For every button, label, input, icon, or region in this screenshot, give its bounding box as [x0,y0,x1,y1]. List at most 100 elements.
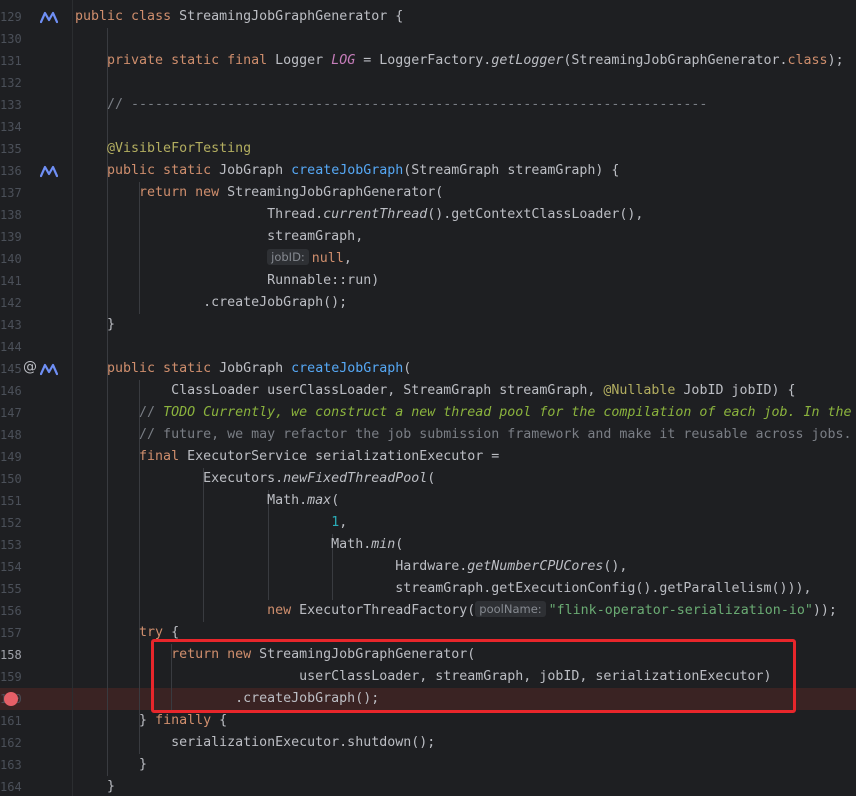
line-number[interactable]: 141 [0,270,22,292]
code-line[interactable]: 151 Math.max( [0,490,856,512]
line-number[interactable]: 162 [0,732,22,754]
line-number[interactable]: 130 [0,28,22,50]
line-code[interactable]: final ExecutorService serializationExecu… [75,446,499,468]
code-line[interactable]: 148 // future, we may refactor the job s… [0,424,856,446]
line-code[interactable]: // TODO Currently, we construct a new th… [75,402,852,424]
line-code[interactable]: public class StreamingJobGraphGenerator … [75,6,403,28]
line-number[interactable]: 138 [0,204,22,226]
line-code[interactable]: public static JobGraph createJobGraph(St… [75,160,619,182]
line-number[interactable]: 156 [0,600,22,622]
line-number[interactable]: 133 [0,94,22,116]
line-code[interactable]: Executors.newFixedThreadPool( [75,468,435,490]
code-line[interactable]: 134 [0,116,856,138]
line-number[interactable]: 159 [0,666,22,688]
line-code[interactable]: // -------------------------------------… [75,94,707,116]
line-code[interactable]: .createJobGraph(); [75,292,347,314]
implements-icon[interactable] [39,362,59,376]
line-number[interactable]: 157 [0,622,22,644]
line-number[interactable]: 153 [0,534,22,556]
implements-icon[interactable] [39,164,59,178]
line-code[interactable]: // future, we may refactor the job submi… [75,424,852,446]
line-number[interactable]: 136 [0,160,22,182]
line-number[interactable]: 144 [0,336,22,358]
code-line[interactable]: 140 jobID: null, [0,248,856,270]
line-code[interactable]: Hardware.getNumberCPUCores(), [75,556,627,578]
line-number[interactable]: 146 [0,380,22,402]
line-code[interactable]: streamGraph.getExecutionConfig().getPara… [75,578,811,600]
code-line[interactable]: 146 ClassLoader userClassLoader, StreamG… [0,380,856,402]
code-line[interactable]: 135 @VisibleForTesting [0,138,856,160]
code-line[interactable]: 138 Thread.currentThread().getContextCla… [0,204,856,226]
code-line[interactable]: 136 public static JobGraph createJobGrap… [0,160,856,182]
line-number[interactable]: 139 [0,226,22,248]
breakpoint-icon[interactable] [4,692,18,706]
code-line[interactable]: 149 final ExecutorService serializationE… [0,446,856,468]
code-line[interactable]: 131 private static final Logger LOG = Lo… [0,50,856,72]
code-line[interactable]: 144 [0,336,856,358]
code-line[interactable]: 130 [0,28,856,50]
code-line[interactable]: 163 } [0,754,856,776]
line-number[interactable]: 161 [0,710,22,732]
line-number[interactable]: 164 [0,776,22,796]
line-number[interactable]: 131 [0,50,22,72]
line-number[interactable]: 129 [0,6,22,28]
line-code[interactable]: } [75,754,147,776]
code-line[interactable]: 156 new ExecutorThreadFactory(poolName: "… [0,600,856,622]
line-number[interactable]: 143 [0,314,22,336]
line-number[interactable]: 134 [0,116,22,138]
line-code[interactable]: Math.min( [75,534,403,556]
code-line[interactable]: 133 // ---------------------------------… [0,94,856,116]
line-code[interactable]: return new StreamingJobGraphGenerator( [75,182,443,204]
line-number[interactable]: 137 [0,182,22,204]
line-code[interactable]: Thread.currentThread().getContextClassLo… [75,204,643,226]
line-code[interactable]: public static JobGraph createJobGraph( [75,358,411,380]
line-code[interactable]: private static final Logger LOG = Logger… [75,50,844,72]
line-code[interactable]: 1, [75,512,347,534]
line-code[interactable]: Runnable::run) [75,270,379,292]
line-number[interactable]: 135 [0,138,22,160]
line-number[interactable]: 149 [0,446,22,468]
code-line[interactable]: 141 Runnable::run) [0,270,856,292]
line-number[interactable]: 147 [0,402,22,424]
line-number[interactable]: 148 [0,424,22,446]
line-number[interactable]: 152 [0,512,22,534]
code-line[interactable]: 161 } finally { [0,710,856,732]
line-number[interactable]: 151 [0,490,22,512]
code-line[interactable]: 145 public static JobGraph createJobGrap… [0,358,856,380]
line-number[interactable]: 132 [0,72,22,94]
line-code[interactable]: Math.max( [75,490,339,512]
line-code[interactable]: ClassLoader userClassLoader, StreamGraph… [75,380,795,402]
code-line[interactable]: 147 // TODO Currently, we construct a ne… [0,402,856,424]
code-line[interactable]: 139 streamGraph, [0,226,856,248]
code-line[interactable]: 137 return new StreamingJobGraphGenerato… [0,182,856,204]
implements-icon[interactable] [39,10,59,24]
line-number[interactable]: 154 [0,556,22,578]
code-line[interactable]: 153 Math.min( [0,534,856,556]
line-code[interactable]: } finally { [75,710,227,732]
line-code[interactable]: } [75,314,115,336]
line-code[interactable]: jobID: null, [75,248,352,270]
line-number[interactable]: 142 [0,292,22,314]
code-line[interactable]: 129 public class StreamingJobGraphGenerat… [0,6,856,28]
code-line[interactable]: 162 serializationExecutor.shutdown(); [0,732,856,754]
line-number[interactable]: 140 [0,248,22,270]
line-code[interactable]: streamGraph, [75,226,363,248]
line-code[interactable]: @VisibleForTesting [75,138,251,160]
at-override-icon[interactable]: @ [23,359,37,375]
code-line[interactable]: 132 [0,72,856,94]
code-line[interactable]: 155 streamGraph.getExecutionConfig().get… [0,578,856,600]
code-line[interactable]: 152 1, [0,512,856,534]
code-line[interactable]: 154 Hardware.getNumberCPUCores(), [0,556,856,578]
line-code[interactable]: } [75,776,115,796]
code-line[interactable]: 142 .createJobGraph(); [0,292,856,314]
code-line[interactable]: 164 } [0,776,856,796]
code-line[interactable]: 143 } [0,314,856,336]
line-number[interactable]: 155 [0,578,22,600]
line-number[interactable]: 145 [0,358,22,380]
line-number[interactable]: 158 [0,644,22,666]
line-code[interactable]: serializationExecutor.shutdown(); [75,732,435,754]
line-number[interactable]: 163 [0,754,22,776]
line-code[interactable]: new ExecutorThreadFactory(poolName: "flin… [75,600,837,622]
code-editor[interactable]: 129 public class StreamingJobGraphGenerat… [0,0,856,796]
code-line[interactable]: 150 Executors.newFixedThreadPool( [0,468,856,490]
